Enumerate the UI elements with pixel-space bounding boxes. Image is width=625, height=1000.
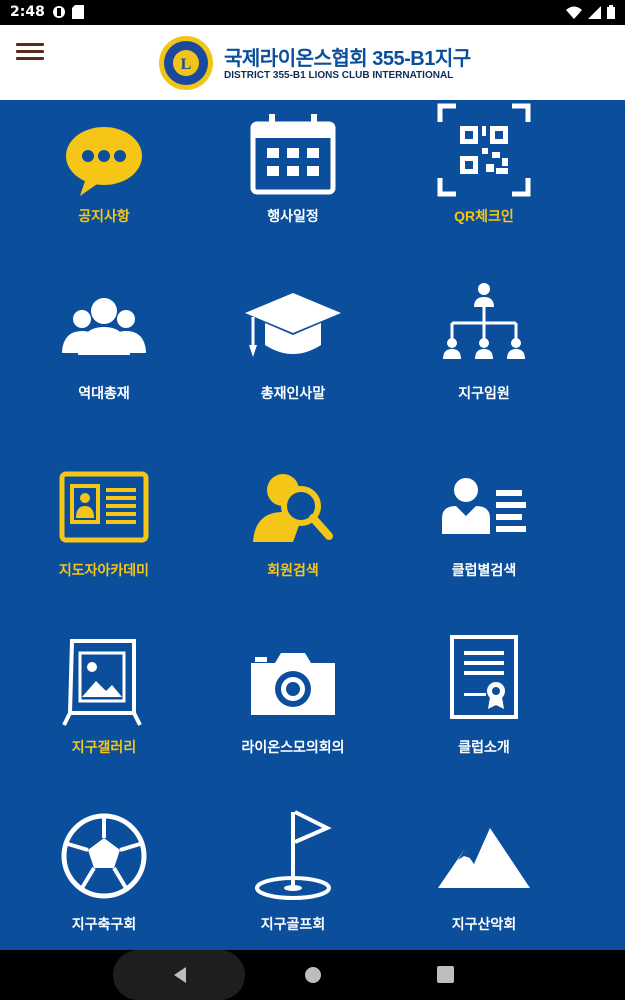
app-subtitle: DISTRICT 355-B1 LIONS CLUB INTERNATIONAL bbox=[224, 70, 454, 81]
system-nav-bar bbox=[0, 950, 625, 1000]
tile-governor-greeting[interactable]: 총재인사말 bbox=[189, 277, 397, 454]
org-chart-icon bbox=[443, 283, 525, 359]
home-icon[interactable] bbox=[304, 966, 322, 984]
app-notification-icon bbox=[53, 6, 65, 18]
recents-icon[interactable] bbox=[437, 966, 454, 983]
tile-club-intro[interactable]: 클럽소개 bbox=[380, 631, 588, 808]
back-icon[interactable] bbox=[172, 966, 188, 984]
tile-past-governors[interactable]: 역대총재 bbox=[0, 277, 208, 454]
id-card-icon bbox=[59, 471, 149, 543]
person-list-icon bbox=[442, 478, 526, 534]
tile-label: QR체크인 bbox=[454, 208, 514, 224]
menu-grid: 공지사항 행사일정 QR체크인 역대총재 총재인사말 지구임원 지도자아카데미 … bbox=[0, 100, 625, 950]
wifi-icon bbox=[566, 6, 582, 19]
tile-label: 라이온스모의회의 bbox=[241, 739, 345, 755]
tile-hiking-club[interactable]: 지구산악회 bbox=[380, 808, 588, 950]
golf-flag-icon bbox=[255, 810, 332, 900]
tile-label: 공지사항 bbox=[78, 208, 130, 224]
app-header: L 국제라이온스협회 355-B1지구 DISTRICT 355-B1 LION… bbox=[0, 25, 625, 100]
soccer-ball-icon bbox=[61, 813, 147, 899]
qr-code-icon bbox=[437, 103, 531, 197]
group-people-icon bbox=[62, 298, 146, 355]
calendar-icon bbox=[250, 114, 336, 195]
battery-icon bbox=[607, 5, 615, 19]
tile-label: 총재인사말 bbox=[260, 385, 326, 401]
tile-district-officers[interactable]: 지구임원 bbox=[380, 277, 588, 454]
tile-label: 행사일정 bbox=[267, 208, 319, 224]
certificate-icon bbox=[450, 635, 518, 719]
status-notification-icons bbox=[52, 5, 84, 19]
tile-soccer-club[interactable]: 지구축구회 bbox=[0, 808, 208, 950]
tile-label: 지구축구회 bbox=[71, 916, 137, 932]
tile-qr-checkin[interactable]: QR체크인 bbox=[380, 100, 588, 277]
app-title: 국제라이온스협회 355-B1지구 bbox=[224, 48, 471, 70]
tile-club-search[interactable]: 클럽별검색 bbox=[380, 454, 588, 631]
status-system-icons bbox=[566, 5, 615, 19]
tile-label: 회원검색 bbox=[267, 562, 319, 578]
camera-icon bbox=[251, 653, 335, 715]
tile-label: 역대총재 bbox=[78, 385, 130, 401]
hamburger-menu-icon[interactable] bbox=[16, 39, 44, 63]
tile-label: 지구갤러리 bbox=[71, 739, 137, 755]
graduation-cap-icon bbox=[245, 293, 341, 357]
brand: L 국제라이온스협회 355-B1지구 DISTRICT 355-B1 LION… bbox=[158, 35, 478, 91]
tile-label: 지구골프회 bbox=[260, 916, 326, 932]
tile-label: 클럽소개 bbox=[458, 739, 510, 755]
tile-notice[interactable]: 공지사항 bbox=[0, 100, 208, 277]
status-time: 2:48 bbox=[10, 4, 45, 20]
sd-card-icon bbox=[72, 5, 84, 19]
status-bar: 2:48 bbox=[0, 0, 625, 25]
tile-schedule[interactable]: 행사일정 bbox=[189, 100, 397, 277]
tile-label: 클럽별검색 bbox=[451, 562, 517, 578]
tile-mock-meeting[interactable]: 라이온스모의회의 bbox=[189, 631, 397, 808]
svg-text:L: L bbox=[181, 56, 192, 73]
tile-leadership-academy[interactable]: 지도자아카데미 bbox=[0, 454, 208, 631]
speech-bubble-icon bbox=[66, 127, 142, 196]
tile-label: 지구임원 bbox=[458, 385, 510, 401]
tile-label: 지도자아카데미 bbox=[58, 562, 150, 578]
signal-icon bbox=[588, 5, 601, 19]
tile-label: 지구산악회 bbox=[451, 916, 517, 932]
tile-gallery[interactable]: 지구갤러리 bbox=[0, 631, 208, 808]
picture-frame-icon bbox=[62, 639, 142, 726]
mountain-icon bbox=[438, 828, 530, 888]
lions-logo-icon: L bbox=[159, 36, 213, 90]
tile-golf-club[interactable]: 지구골프회 bbox=[189, 808, 397, 950]
tile-member-search[interactable]: 회원검색 bbox=[189, 454, 397, 631]
person-search-icon bbox=[253, 474, 333, 542]
